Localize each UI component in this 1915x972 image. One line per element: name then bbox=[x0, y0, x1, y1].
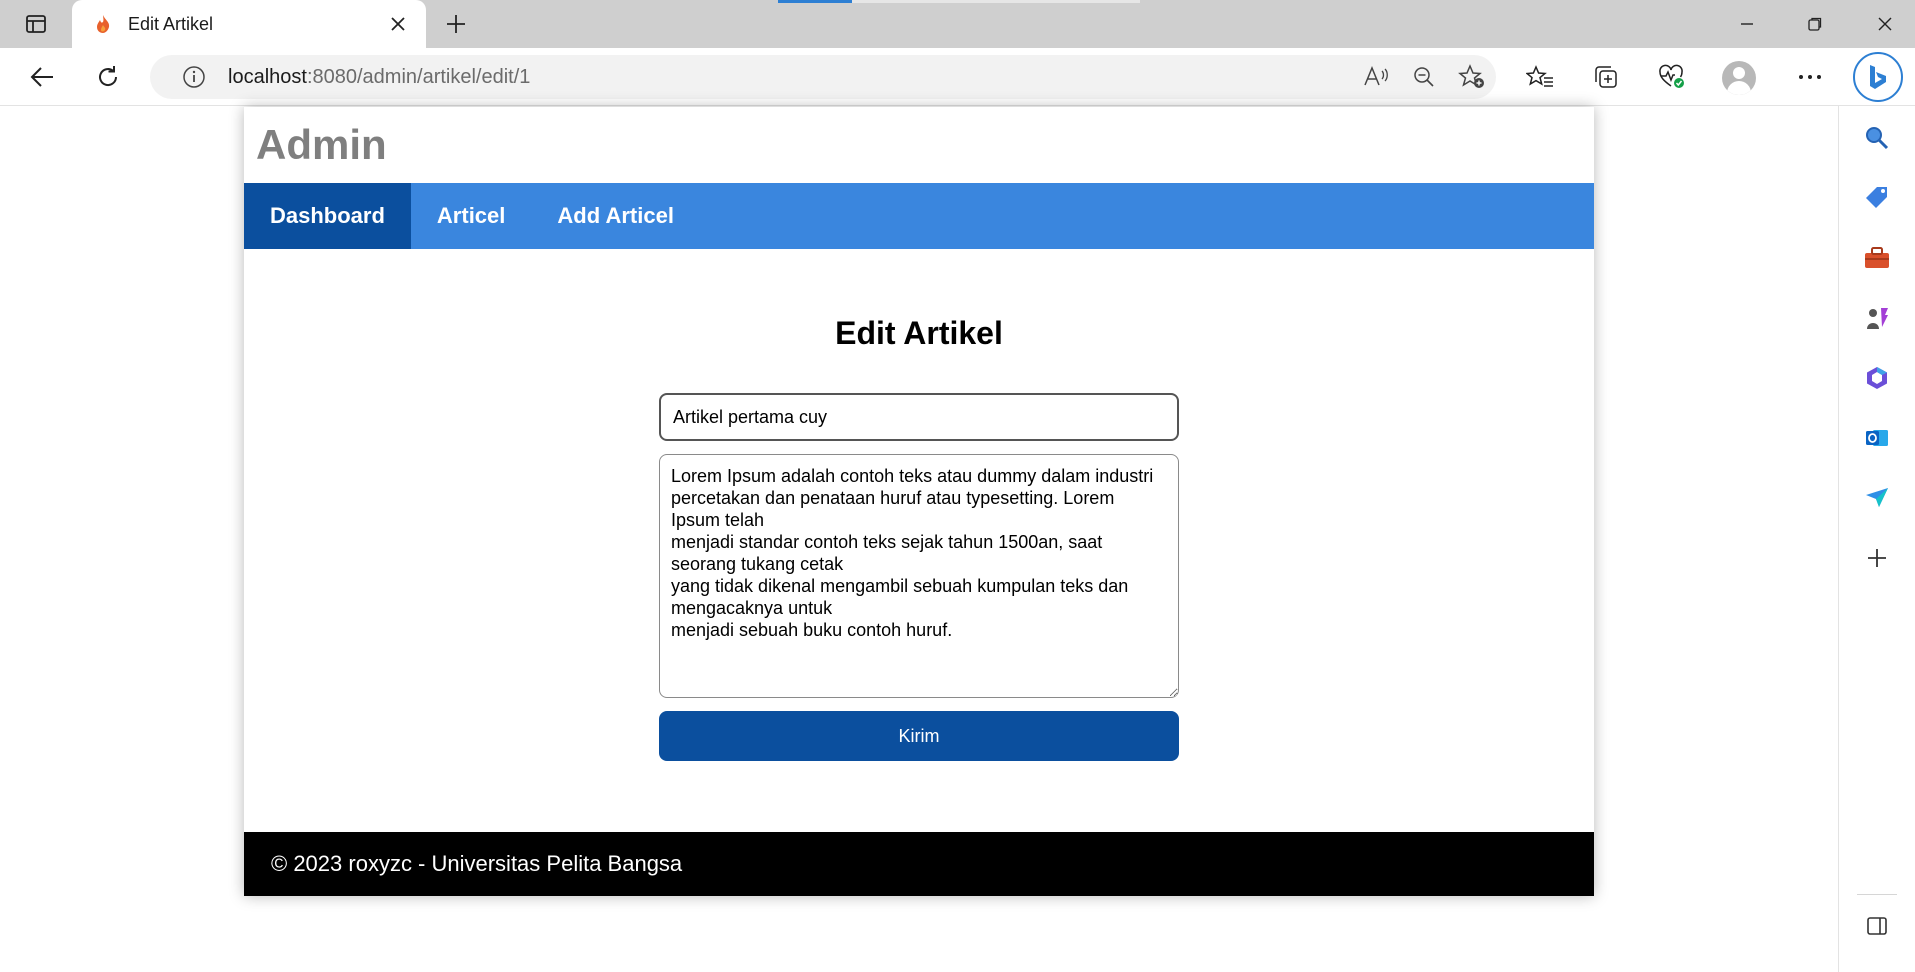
kirim-button[interactable]: Kirim bbox=[659, 711, 1179, 761]
site-title: Admin bbox=[256, 121, 387, 168]
favorites-icon bbox=[1526, 65, 1553, 87]
minimize-icon[interactable] bbox=[1725, 6, 1769, 42]
site-header: Admin bbox=[244, 107, 1594, 183]
more-dots-icon bbox=[1799, 75, 1821, 79]
browser-essentials-button[interactable] bbox=[1652, 57, 1692, 97]
add-favorite-icon[interactable] bbox=[1448, 55, 1496, 99]
tab-strip: Edit Artikel bbox=[0, 0, 1915, 48]
settings-more-button[interactable] bbox=[1790, 57, 1830, 97]
profile-avatar[interactable] bbox=[1722, 61, 1756, 95]
zoom-out-icon[interactable] bbox=[1400, 55, 1448, 99]
avatar-head bbox=[1733, 67, 1745, 79]
collections-button[interactable] bbox=[1586, 57, 1626, 97]
sidebar-divider bbox=[1857, 894, 1897, 895]
close-window-icon[interactable] bbox=[1863, 6, 1907, 42]
refresh-icon bbox=[99, 66, 118, 86]
nav-dashboard[interactable]: Dashboard bbox=[244, 183, 411, 249]
nav-articel[interactable]: Articel bbox=[411, 183, 531, 249]
nav-add-articel[interactable]: Add Articel bbox=[531, 183, 700, 249]
avatar-body bbox=[1727, 81, 1751, 95]
sidebar-toggle-icon[interactable] bbox=[1859, 908, 1895, 944]
search-icon[interactable] bbox=[1859, 120, 1895, 156]
bing-icon bbox=[1870, 65, 1886, 89]
browser-toolbar: localhost:8080/admin/artikel/edit/1 bbox=[0, 48, 1915, 106]
read-aloud-icon[interactable] bbox=[1352, 55, 1400, 99]
tab-actions-button[interactable] bbox=[14, 8, 58, 40]
heart-pulse-icon bbox=[1659, 64, 1684, 88]
url-path: :8080/admin/artikel/edit/1 bbox=[306, 65, 531, 88]
tab-actions-icon bbox=[26, 15, 46, 33]
bing-copilot-button[interactable] bbox=[1853, 52, 1903, 102]
collections-icon bbox=[1595, 66, 1617, 88]
page-viewport: Admin Dashboard Articel Add Articel Edit… bbox=[0, 107, 1838, 972]
address-bar[interactable]: localhost:8080/admin/artikel/edit/1 bbox=[150, 55, 1496, 99]
browser-tab[interactable]: Edit Artikel bbox=[72, 0, 426, 48]
url-text[interactable]: localhost:8080/admin/artikel/edit/1 bbox=[228, 66, 1352, 89]
shopping-tag-icon[interactable] bbox=[1859, 180, 1895, 216]
site-info-icon[interactable] bbox=[172, 55, 216, 99]
back-arrow-icon bbox=[30, 67, 53, 87]
office-icon[interactable] bbox=[1859, 360, 1895, 396]
main-content: Edit Artikel Lorem Ipsum adalah contoh t… bbox=[244, 249, 1594, 832]
loading-indicator bbox=[778, 0, 852, 3]
edge-sidebar bbox=[1838, 106, 1915, 972]
games-icon[interactable] bbox=[1859, 300, 1895, 336]
url-host: localhost bbox=[228, 65, 307, 88]
refresh-button[interactable] bbox=[88, 57, 128, 97]
content-textarea[interactable]: Lorem Ipsum adalah contoh teks atau dumm… bbox=[659, 454, 1179, 698]
page-heading: Edit Artikel bbox=[835, 315, 1003, 351]
add-icon[interactable] bbox=[1859, 540, 1895, 576]
tab-title: Edit Artikel bbox=[128, 13, 214, 34]
main-nav: Dashboard Articel Add Articel bbox=[244, 183, 1594, 249]
restore-icon[interactable] bbox=[1793, 6, 1837, 42]
loading-track bbox=[852, 0, 1140, 3]
site-footer: © 2023 roxyzc - Universitas Pelita Bangs… bbox=[244, 832, 1594, 896]
drop-icon[interactable] bbox=[1859, 480, 1895, 516]
outlook-icon[interactable] bbox=[1859, 420, 1895, 456]
footer-text: © 2023 roxyzc - Universitas Pelita Bangs… bbox=[271, 851, 683, 876]
new-tab-icon[interactable] bbox=[440, 8, 472, 40]
close-tab-icon[interactable] bbox=[384, 10, 412, 38]
flame-favicon-icon bbox=[92, 13, 114, 35]
back-button[interactable] bbox=[22, 57, 62, 97]
page-container: Admin Dashboard Articel Add Articel Edit… bbox=[244, 107, 1594, 896]
toolbox-icon[interactable] bbox=[1859, 240, 1895, 276]
title-input[interactable] bbox=[659, 393, 1179, 441]
favorites-button[interactable] bbox=[1520, 57, 1560, 97]
